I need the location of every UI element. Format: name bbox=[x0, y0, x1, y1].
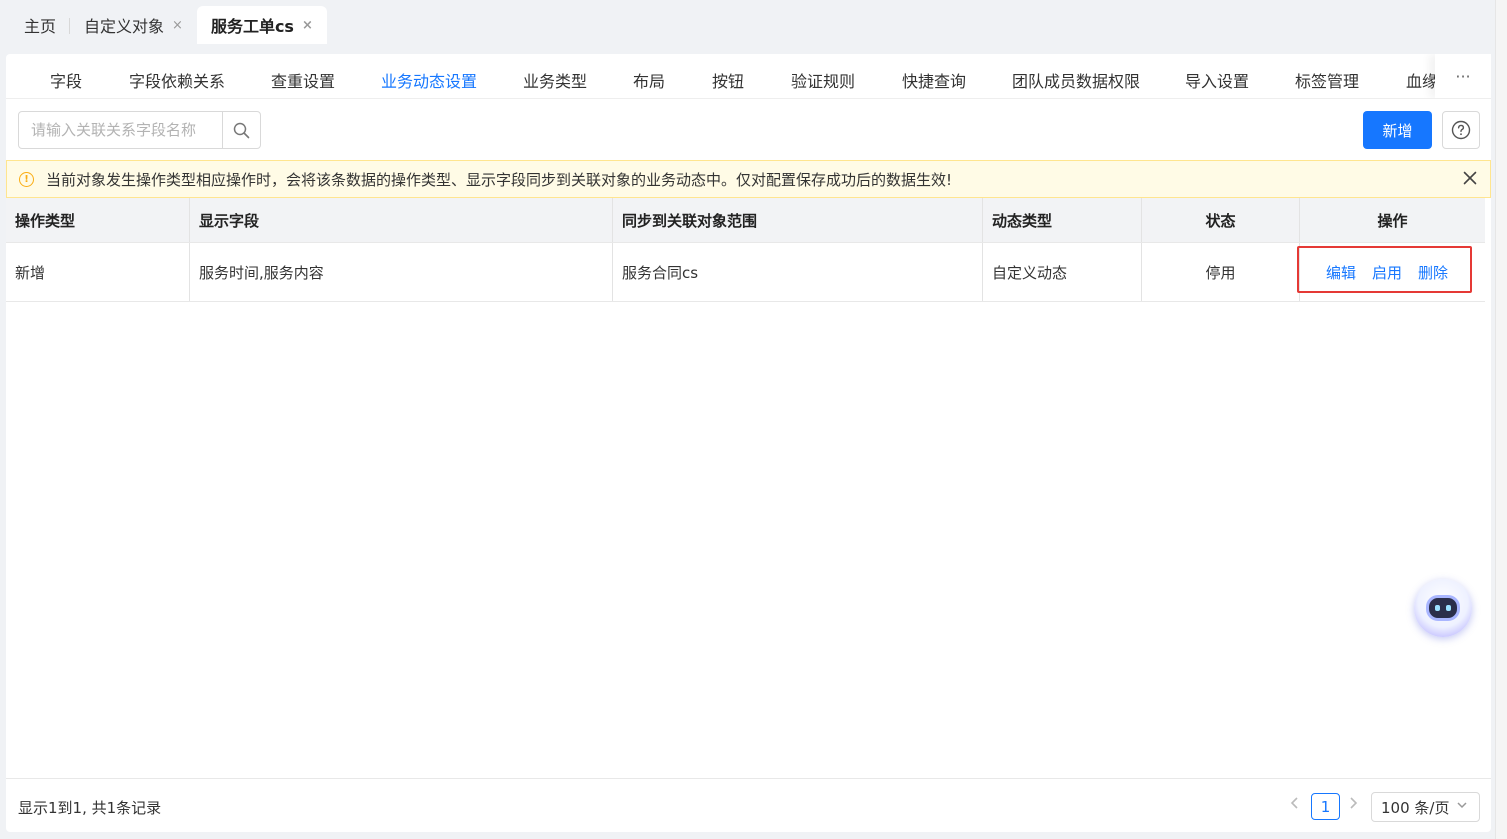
subtab-fields[interactable]: 字段 bbox=[50, 68, 82, 92]
page-number-current[interactable]: 1 bbox=[1311, 793, 1340, 820]
highlight-box bbox=[1297, 246, 1472, 293]
search-box bbox=[18, 111, 261, 149]
more-tabs-button[interactable]: ··· bbox=[1435, 54, 1491, 98]
tab-home-label: 主页 bbox=[24, 17, 57, 36]
right-edge bbox=[1495, 0, 1507, 839]
warning-icon: ! bbox=[19, 171, 34, 187]
header-display-fields: 显示字段 bbox=[190, 198, 613, 242]
tab-custom-object[interactable]: 自定义对象 × bbox=[70, 6, 197, 44]
robot-icon bbox=[1426, 595, 1460, 621]
close-icon bbox=[1463, 171, 1477, 185]
subtab-validation-rules[interactable]: 验证规则 bbox=[791, 68, 855, 92]
info-alert: ! 当前对象发生操作类型相应操作时，会将该条数据的操作类型、显示字段同步到关联对… bbox=[6, 160, 1491, 198]
subtab-duplicate-check[interactable]: 查重设置 bbox=[271, 68, 335, 92]
cell-op-type: 新增 bbox=[6, 243, 190, 301]
add-button[interactable]: 新增 bbox=[1363, 111, 1432, 149]
subtab-lineage[interactable]: 血缘 bbox=[1406, 68, 1438, 92]
page-size-select[interactable]: 100 条/页 bbox=[1371, 792, 1480, 822]
cell-display-fields: 服务时间,服务内容 bbox=[190, 243, 613, 301]
cell-dynamic-type: 自定义动态 bbox=[983, 243, 1142, 301]
prev-page-button[interactable] bbox=[1290, 795, 1300, 814]
search-icon bbox=[233, 122, 250, 138]
table-header: 操作类型 显示字段 同步到关联对象范围 动态类型 状态 操作 bbox=[6, 198, 1485, 243]
subtab-business-dynamics[interactable]: 业务动态设置 bbox=[381, 68, 477, 92]
dynamics-table: 操作类型 显示字段 同步到关联对象范围 动态类型 状态 操作 新增 服务时间,服… bbox=[6, 198, 1485, 302]
header-status: 状态 bbox=[1142, 198, 1300, 242]
tab-service-order-label: 服务工单cs bbox=[210, 17, 294, 36]
close-icon[interactable]: × bbox=[302, 18, 313, 33]
main-panel: 字段 字段依赖关系 查重设置 业务动态设置 业务类型 布局 按钮 验证规则 快捷… bbox=[6, 54, 1491, 832]
subtab-team-data-permissions[interactable]: 团队成员数据权限 bbox=[1012, 68, 1140, 92]
alert-text: 当前对象发生操作类型相应操作时，会将该条数据的操作类型、显示字段同步到关联对象的… bbox=[46, 170, 953, 189]
assistant-bot-button[interactable] bbox=[1414, 579, 1472, 637]
help-icon bbox=[1451, 120, 1471, 140]
search-input[interactable] bbox=[19, 112, 222, 148]
subtab-buttons[interactable]: 按钮 bbox=[712, 68, 744, 92]
bot-eye bbox=[1446, 605, 1451, 611]
cell-sync-scope: 服务合同cs bbox=[613, 243, 983, 301]
chevron-left-icon bbox=[1290, 797, 1298, 809]
cell-status: 停用 bbox=[1142, 243, 1300, 301]
next-page-button[interactable] bbox=[1348, 795, 1358, 814]
top-tab-bar: 主页 自定义对象 × 服务工单cs × bbox=[0, 0, 1507, 44]
subtab-business-types[interactable]: 业务类型 bbox=[523, 68, 587, 92]
page-size-value: 100 条/页 bbox=[1381, 798, 1450, 817]
settings-tab-bar: 字段 字段依赖关系 查重设置 业务动态设置 业务类型 布局 按钮 验证规则 快捷… bbox=[6, 54, 1491, 99]
header-actions: 操作 bbox=[1377, 211, 1408, 230]
subtab-field-dependencies[interactable]: 字段依赖关系 bbox=[129, 68, 225, 92]
tab-home[interactable]: 主页 bbox=[10, 6, 71, 44]
header-sync-scope: 同步到关联对象范围 bbox=[613, 198, 983, 242]
more-icon: ··· bbox=[1455, 66, 1471, 86]
subtab-import-settings[interactable]: 导入设置 bbox=[1185, 68, 1249, 92]
header-dynamic-type: 动态类型 bbox=[983, 198, 1142, 242]
help-button[interactable] bbox=[1442, 111, 1480, 149]
table-row: 新增 服务时间,服务内容 服务合同cs 自定义动态 停用 编辑 启用 删除 bbox=[6, 243, 1485, 302]
tab-service-order[interactable]: 服务工单cs × bbox=[196, 6, 327, 44]
subtab-layout[interactable]: 布局 bbox=[633, 68, 665, 92]
header-op-type: 操作类型 bbox=[6, 198, 190, 242]
search-button[interactable] bbox=[222, 112, 260, 148]
subtab-tag-management[interactable]: 标签管理 bbox=[1295, 68, 1359, 92]
cell-actions: 编辑 启用 删除 bbox=[1297, 243, 1485, 301]
chevron-down-icon bbox=[1455, 798, 1469, 816]
pagination-bar: 显示1到1, 共1条记录 1 100 条/页 bbox=[6, 778, 1491, 832]
tab-custom-object-label: 自定义对象 bbox=[84, 17, 165, 36]
chevron-right-icon bbox=[1350, 797, 1358, 809]
close-icon[interactable]: × bbox=[172, 18, 183, 33]
alert-close-button[interactable] bbox=[1462, 170, 1478, 190]
bot-eye bbox=[1435, 605, 1440, 611]
subtab-quick-query[interactable]: 快捷查询 bbox=[902, 68, 966, 92]
record-summary: 显示1到1, 共1条记录 bbox=[18, 799, 162, 817]
